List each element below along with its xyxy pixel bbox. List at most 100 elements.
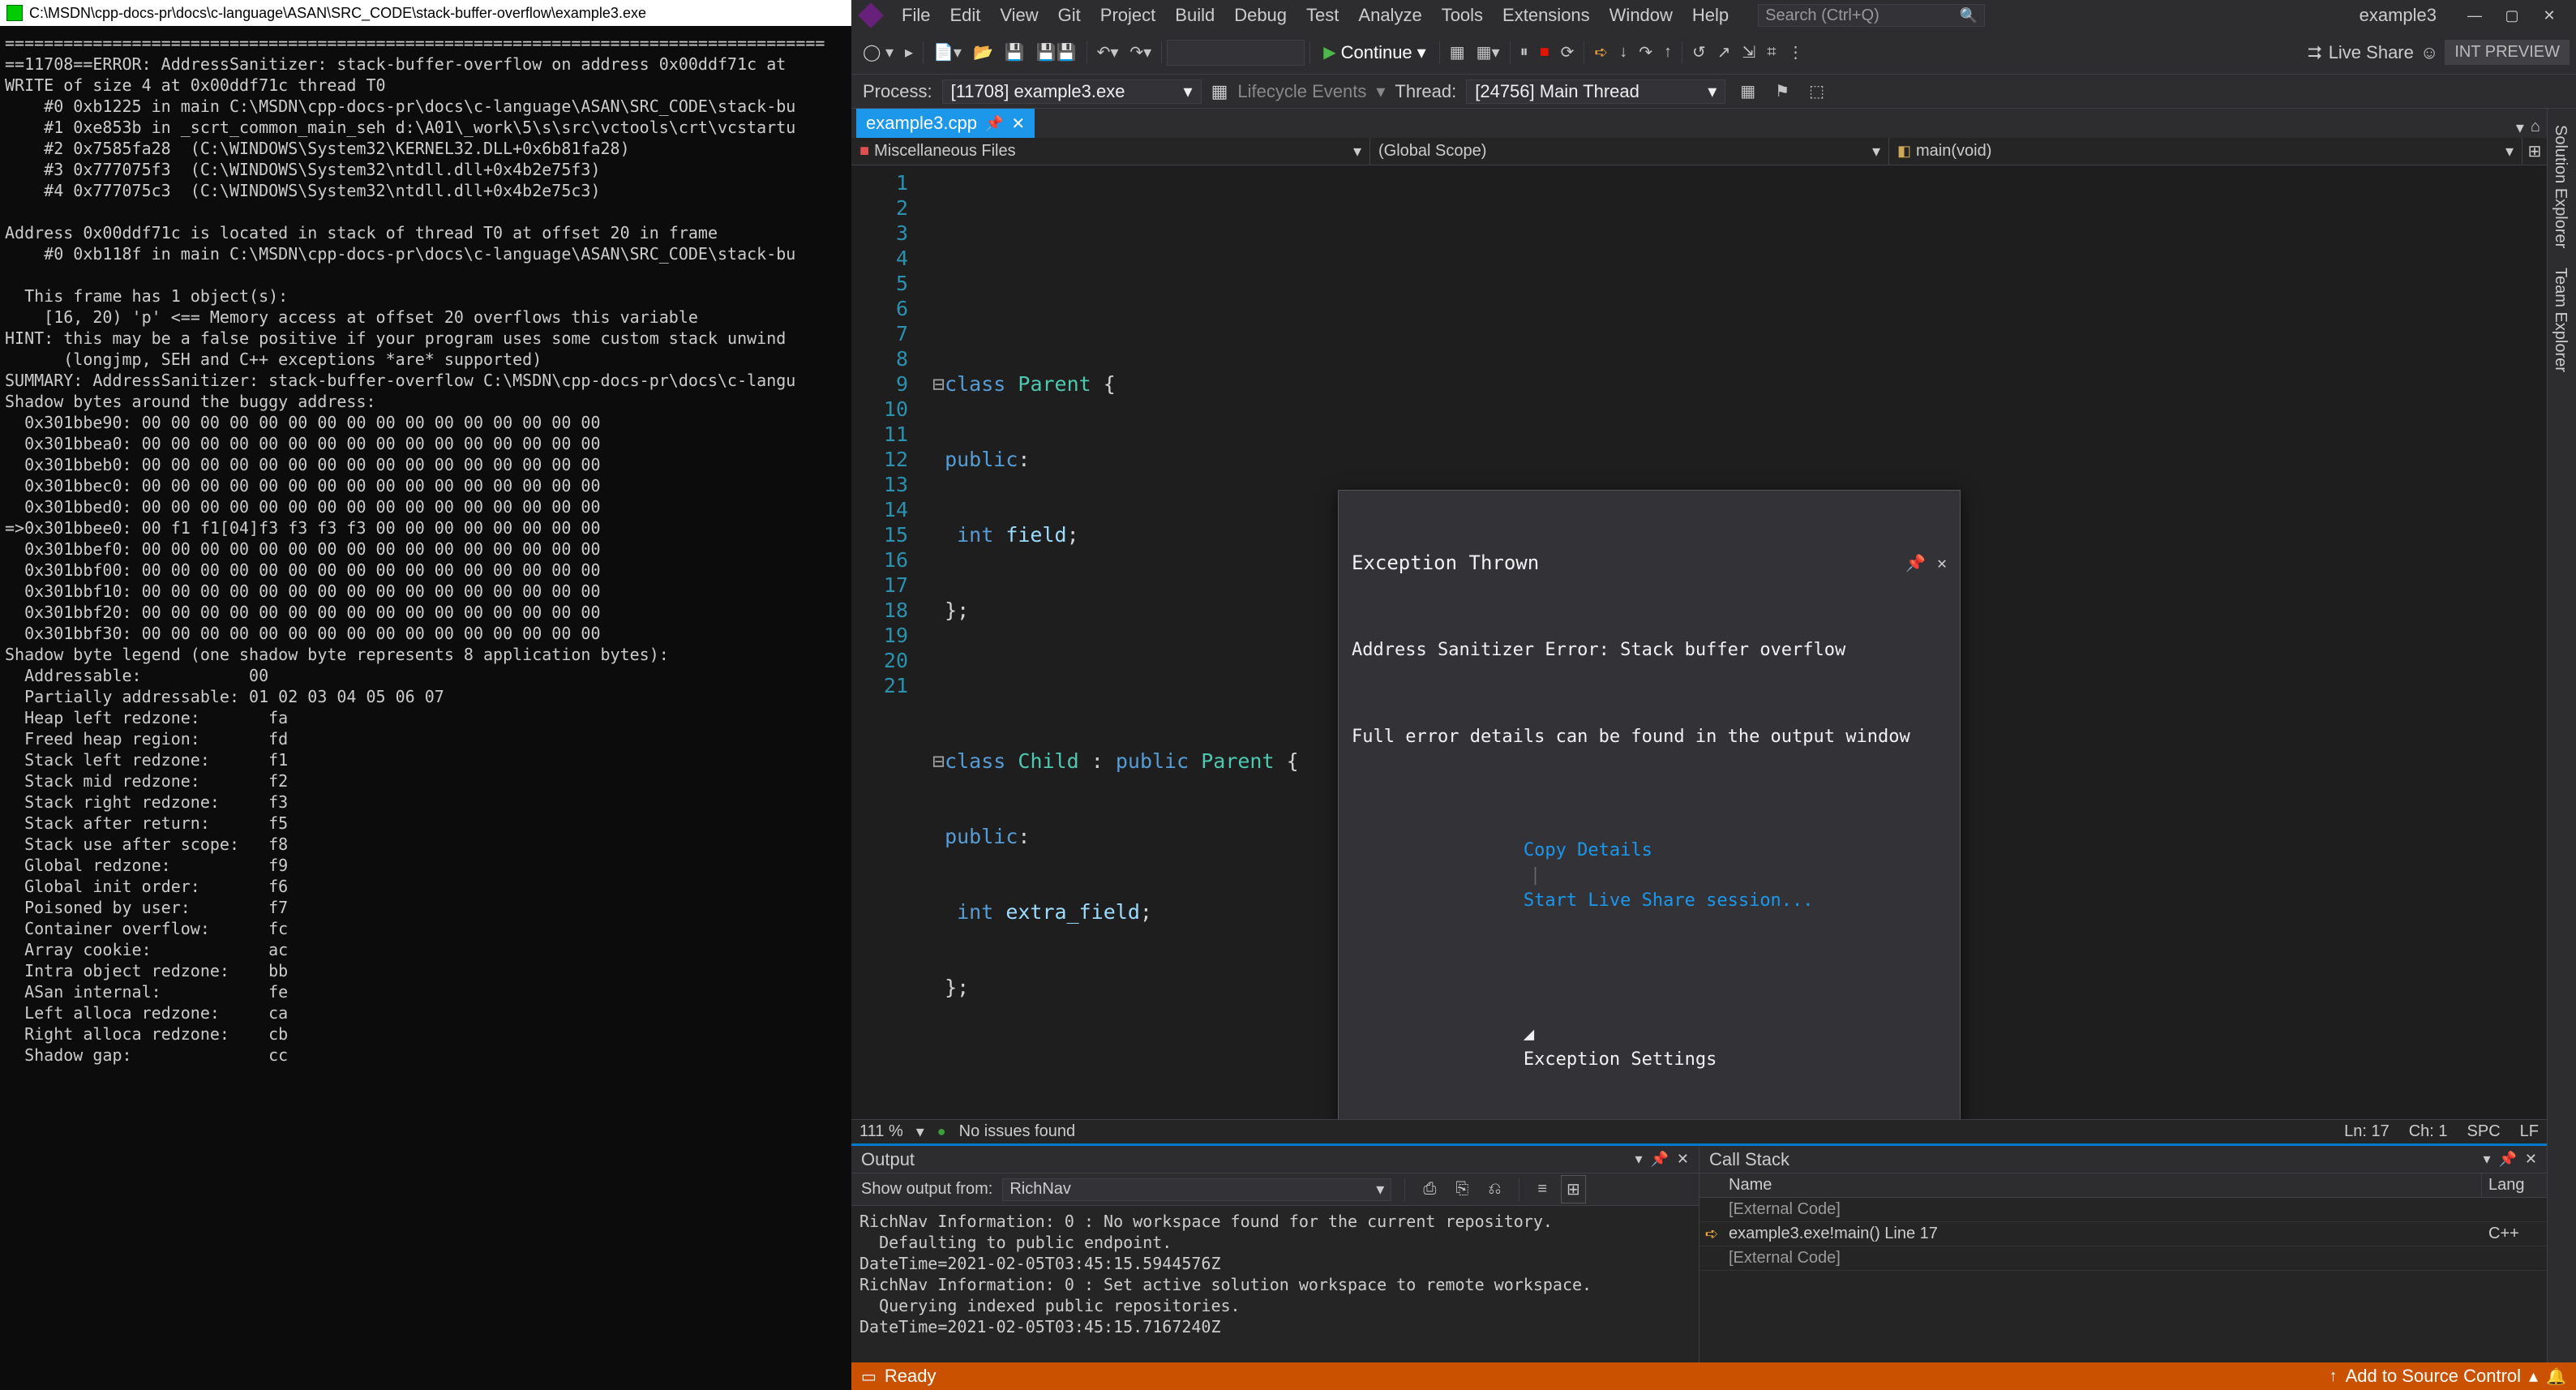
menu-git[interactable]: Git [1048,2,1091,29]
indent-indicator[interactable]: SPC [2467,1122,2501,1141]
output-tool-4[interactable]: ≡ [1532,1177,1552,1202]
close-icon[interactable]: ✕ [1937,551,1947,576]
start-live-share-link[interactable]: Start Live Share session... [1524,890,1814,911]
close-button[interactable]: ✕ [2531,2,2568,28]
process-dropdown[interactable]: [11708] example3.exe ▾ [942,79,1202,104]
maximize-button[interactable]: ▢ [2493,2,2531,28]
callstack-row[interactable]: [External Code] [1699,1246,2547,1271]
add-source-control[interactable]: Add to Source Control [2346,1366,2521,1387]
step-into-button[interactable]: ↓ [1614,40,1632,65]
pin-icon[interactable]: 📌 [2498,1151,2516,1168]
panel-dropdown-icon[interactable]: ▾ [1635,1151,1642,1168]
thread-tool-2[interactable]: ⚑ [1770,78,1794,105]
tb-misc-5[interactable]: ⋮ [1783,39,1809,66]
save-all-button[interactable]: 💾💾 [1031,39,1082,66]
vs-titlebar: File Edit View Git Project Build Debug T… [851,0,2576,31]
feedback-icon[interactable]: ☺ [2420,42,2438,63]
nav-project-dropdown[interactable]: ■ Miscellaneous Files ▾ [851,138,1370,165]
break-all-button[interactable]: ⏸ [1515,40,1533,65]
menu-project[interactable]: Project [1091,2,1165,29]
thread-tool-3[interactable]: ⬚ [1804,78,1829,105]
show-next-statement-button[interactable]: ➪ [1589,39,1613,66]
open-file-button[interactable]: 📂 [968,39,998,66]
menu-analyze[interactable]: Analyze [1348,2,1431,29]
undo-button[interactable]: ↶▾ [1092,39,1124,66]
exception-popup: Exception Thrown 📌 ✕ Address Sanitizer E… [1338,490,1961,1119]
restart-button[interactable]: ⟳ [1556,39,1579,66]
save-button[interactable]: 💾 [1000,39,1030,66]
output-from-dropdown[interactable]: RichNav ▾ [1002,1178,1391,1201]
tabstrip-dropdown-icon[interactable]: ▾ [2516,118,2524,138]
copy-details-link[interactable]: Copy Details [1524,840,1652,860]
tb-misc-1[interactable]: ↺ [1687,39,1711,66]
chevron-down-icon: ▾ [1376,1179,1384,1199]
team-explorer-tab[interactable]: Team Explorer [2548,258,2573,382]
output-tool-2[interactable]: ⎘ [1451,1177,1473,1202]
stop-button[interactable]: ■ [1535,40,1554,65]
live-share-button[interactable]: Live Share [2329,42,2414,63]
console-titlebar[interactable]: C:\MSDN\cpp-docs-pr\docs\c-language\ASAN… [0,0,851,26]
nav-fwd-button[interactable]: ▸ [900,39,918,66]
menu-extensions[interactable]: Extensions [1493,2,1600,29]
pin-icon[interactable]: 📌 [985,115,1003,132]
continue-button[interactable]: ▶ Continue ▾ [1315,39,1434,66]
console-output[interactable]: ========================================… [0,26,851,1390]
minimize-button[interactable]: — [2456,2,2493,28]
collapse-icon[interactable]: ◢ [1524,1024,1534,1045]
output-tool-5[interactable]: ⊞ [1562,1176,1585,1203]
close-icon[interactable]: ✕ [2525,1151,2537,1168]
menu-view[interactable]: View [990,2,1048,29]
lifecycle-events[interactable]: Lifecycle Events [1237,81,1366,102]
menu-tools[interactable]: Tools [1432,2,1493,29]
pin-icon[interactable]: 📌 [1905,551,1926,576]
chevron-down-icon[interactable]: ▾ [916,1122,924,1142]
menu-edit[interactable]: Edit [940,2,990,29]
editor-nav-bar: ■ Miscellaneous Files ▾ (Global Scope) ▾… [851,138,2547,165]
eol-indicator[interactable]: LF [2520,1122,2539,1141]
tb-misc-3[interactable]: ⇲ [1737,39,1760,66]
panel-dropdown-icon[interactable]: ▾ [2483,1151,2490,1168]
debug-button-2[interactable]: ▦▾ [1472,39,1505,66]
pin-icon[interactable]: 📌 [1650,1151,1668,1168]
chevron-down-icon: ▾ [1353,141,1361,161]
tabstrip-home-icon[interactable]: ⌂ [2531,118,2540,138]
quick-launch-search[interactable]: Search (Ctrl+Q) 🔍 [1758,4,1985,27]
tab-close-icon[interactable]: ✕ [1011,114,1025,134]
zoom-level[interactable]: 111 % [859,1122,903,1141]
menu-build[interactable]: Build [1165,2,1224,29]
line-indicator[interactable]: Ln: 17 [2344,1122,2390,1141]
nav-member-dropdown[interactable]: ◧ main(void) ▾ [1889,138,2522,165]
callstack-row[interactable]: ➪example3.exe!main() Line 17C++ [1699,1222,2547,1246]
step-over-button[interactable]: ↷ [1634,39,1657,66]
close-icon[interactable]: ✕ [1677,1151,1689,1168]
thread-tool-1[interactable]: ▦ [1735,78,1760,105]
debug-button-1[interactable]: ▦ [1445,39,1470,66]
tb-misc-4[interactable]: ⌗ [1762,40,1781,65]
callstack-row[interactable]: [External Code] [1699,1198,2547,1222]
tb-misc-2[interactable]: ↗ [1712,39,1736,66]
callstack-col-lang[interactable]: Lang [2482,1173,2547,1197]
code-editor[interactable]: 1 2 3 4 5 6 7 8 9 10 11 12 13 14 15 16 1… [851,165,2547,1119]
notification-icon[interactable]: 🔔 [2546,1366,2566,1387]
menu-help[interactable]: Help [1682,2,1738,29]
nav-scope-dropdown[interactable]: (Global Scope) ▾ [1370,138,1889,165]
new-item-button[interactable]: 📄▾ [928,39,967,66]
config-dropdown[interactable] [1167,40,1305,66]
thread-dropdown[interactable]: [24756] Main Thread ▾ [1466,79,1725,104]
menu-window[interactable]: Window [1600,2,1682,29]
menu-debug[interactable]: Debug [1224,2,1297,29]
nav-back-button[interactable]: ◯ ▾ [858,39,898,66]
redo-button[interactable]: ↷▾ [1125,39,1156,66]
callstack-col-name[interactable]: Name [1699,1173,2482,1197]
output-text[interactable]: RichNav Information: 0 : No workspace fo… [851,1206,1699,1362]
issues-label[interactable]: No issues found [959,1122,1075,1141]
col-indicator[interactable]: Ch: 1 [2409,1122,2448,1141]
editor-tab-active[interactable]: example3.cpp 📌 ✕ [856,109,1035,138]
output-tool-3[interactable]: ⎌ [1483,1177,1506,1202]
solution-explorer-tab[interactable]: Solution Explorer [2548,115,2573,258]
step-out-button[interactable]: ↑ [1659,40,1677,65]
menu-test[interactable]: Test [1297,2,1348,29]
output-tool-1[interactable]: ⎙ [1418,1177,1441,1202]
split-icon[interactable]: ⊞ [2522,141,2547,161]
menu-file[interactable]: File [892,2,940,29]
